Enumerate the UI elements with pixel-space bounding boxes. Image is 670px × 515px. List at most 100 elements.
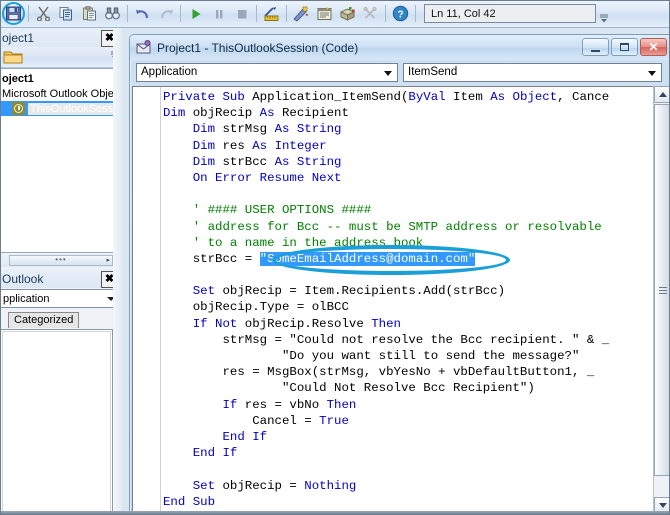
break-button[interactable] <box>207 2 230 25</box>
code-window-titlebar[interactable]: Project1 - ThisOutlookSession (Code) ✕ <box>130 35 670 60</box>
code-token: End If <box>192 446 238 461</box>
code-token: strBcc <box>215 154 275 169</box>
code-token: Dim <box>163 106 186 121</box>
code-line: If res = vbNo Then <box>163 397 670 413</box>
procedure-dropdown-value: ItemSend <box>408 66 458 78</box>
panel-splitter[interactable]: ••• ▸ <box>0 253 122 267</box>
properties-object-selector[interactable]: pplication <box>0 289 120 308</box>
code-line: ' address for Bcc -- must be SMTP addres… <box>163 219 670 235</box>
code-token: "Could Not Resolve Bcc Recipient") <box>281 381 535 396</box>
project-tree[interactable]: oject1 Microsoft Outlook Objec ThisOutlo… <box>0 68 122 253</box>
code-editor[interactable]: Private Sub Application_ItemSend(ByVal I… <box>132 86 670 514</box>
save-button-highlight-ring <box>2 2 25 25</box>
reset-button[interactable] <box>230 2 253 25</box>
scroll-up-button[interactable] <box>654 86 670 103</box>
copy-button[interactable] <box>55 2 78 25</box>
splitter-bar[interactable]: ••• ▸ <box>9 254 113 266</box>
tree-item-project[interactable]: oject1 <box>1 71 121 86</box>
chevron-down-icon <box>658 503 667 508</box>
code-token: & _ <box>579 332 610 347</box>
code-token: Object <box>512 90 558 104</box>
folder-icon[interactable] <box>3 49 24 65</box>
close-button[interactable]: ✕ <box>640 38 667 56</box>
procedure-dropdown[interactable]: ItemSend <box>403 62 662 82</box>
code-line: "Could Not Resolve Bcc Recipient") <box>163 380 670 396</box>
properties-window-button[interactable] <box>313 2 336 25</box>
code-token: As <box>490 90 506 104</box>
code-token: res = MsgBox(strMsg, vbYesNo + vbDefault… <box>163 365 595 380</box>
editor-margin-indicator-bar[interactable] <box>133 87 161 514</box>
undo-button[interactable] <box>131 2 154 25</box>
object-browser-icon <box>339 6 356 21</box>
project-explorer-panel: oject1 ✖ oject1 Microsoft Outlook Objec … <box>0 28 122 253</box>
save-button[interactable] <box>2 2 25 25</box>
code-line: strMsg = "Could not resolve the Bcc reci… <box>163 332 670 348</box>
maximize-icon <box>620 43 629 51</box>
design-mode-button[interactable] <box>260 2 283 25</box>
toolbar-options-button[interactable] <box>598 2 610 26</box>
properties-grid[interactable] <box>0 329 113 515</box>
code-line: "Do you want still to send the message?" <box>163 348 670 364</box>
run-button[interactable] <box>184 2 207 25</box>
toolbar-separator <box>127 5 128 22</box>
selected-text: "SomeEmailAddress@domain.com" <box>259 251 476 266</box>
code-line: res = MsgBox(strMsg, vbYesNo + vbDefault… <box>163 364 670 380</box>
code-token: Recipient <box>274 106 349 121</box>
code-window-title: Project1 - ThisOutlookSession (Code) <box>157 40 359 55</box>
properties-caption: Outlook ✖ <box>0 269 122 288</box>
code-token: Nothing <box>304 478 357 493</box>
code-token: strMsg <box>215 122 275 137</box>
code-vertical-scrollbar[interactable] <box>653 86 670 514</box>
code-token: Dim <box>192 154 216 169</box>
toolbox-icon <box>363 6 377 19</box>
toolbar-separator <box>385 5 386 22</box>
project-explorer-button[interactable] <box>290 2 313 25</box>
code-token: Integer <box>274 138 327 153</box>
project-explorer-toolbar <box>0 47 122 68</box>
toolbar-overflow-icon <box>600 13 608 22</box>
code-token: Then <box>371 316 401 331</box>
maximize-button[interactable] <box>611 38 638 56</box>
tree-item-thisoutlooksession[interactable]: ThisOutlookSession <box>1 101 121 116</box>
toolbar-separator <box>180 5 181 22</box>
paste-button[interactable] <box>78 2 101 25</box>
code-token: ' address for Bcc -- must be SMTP addres… <box>163 219 602 234</box>
module-icon <box>12 102 25 115</box>
toolbox-button[interactable] <box>359 2 382 25</box>
vba-editor-window: ? Ln 11, Col 42 oject1 ✖ oject1 Microsof… <box>0 0 670 515</box>
code-token: Private <box>163 90 216 104</box>
code-token: String <box>296 122 342 137</box>
object-browser-button[interactable] <box>336 2 359 25</box>
cut-button[interactable] <box>32 2 55 25</box>
project-explorer-icon <box>293 6 309 22</box>
code-window-dropdown-row: Application ItemSend <box>130 60 670 84</box>
code-line: Set objRecip = Item.Recipients.Add(strBc… <box>163 283 670 299</box>
code-token: Set <box>192 478 216 493</box>
toolbar-separator <box>415 5 416 22</box>
code-token: As <box>259 106 275 121</box>
code-token: objRecip.Resolve <box>237 316 372 331</box>
help-button[interactable]: ? <box>389 2 412 25</box>
code-token: ' #### USER OPTIONS #### <box>163 203 372 218</box>
code-token: String <box>296 154 342 169</box>
splitter-grip-icon: ••• <box>55 255 67 264</box>
tree-item-outlook-objects[interactable]: Microsoft Outlook Objec <box>1 86 121 101</box>
code-text[interactable]: Private Sub Application_ItemSend(ByVal I… <box>163 89 670 510</box>
redo-button[interactable] <box>154 2 177 25</box>
vertical-splitter[interactable] <box>113 28 122 515</box>
find-button[interactable] <box>101 2 124 25</box>
splitter-arrow-icon: ▸ <box>106 257 110 264</box>
scroll-thumb[interactable] <box>654 104 670 476</box>
object-dropdown-value: Application <box>141 66 198 78</box>
minimize-button[interactable] <box>582 38 609 56</box>
toolbar-separator <box>286 5 287 22</box>
object-dropdown[interactable]: Application <box>136 62 398 82</box>
tab-categorized[interactable]: Categorized <box>8 312 80 328</box>
tree-item-label: oject1 <box>2 72 34 85</box>
docked-panels-column: oject1 ✖ oject1 Microsoft Outlook Objec … <box>0 28 122 515</box>
